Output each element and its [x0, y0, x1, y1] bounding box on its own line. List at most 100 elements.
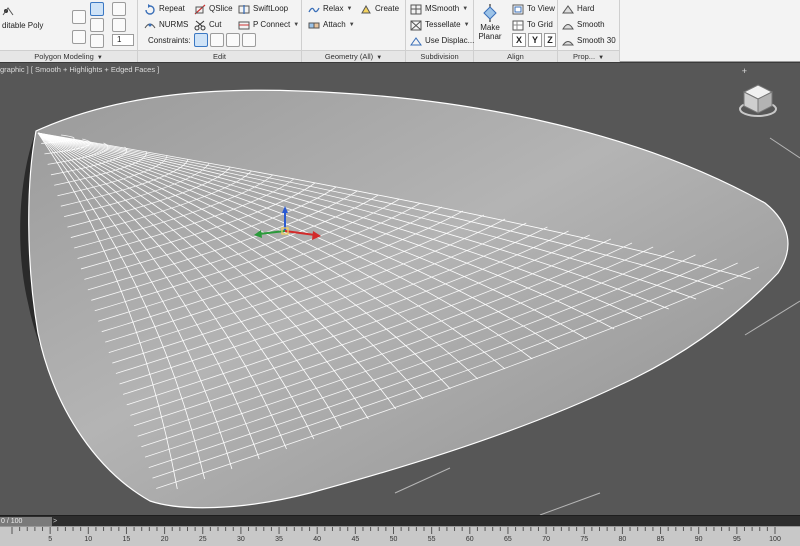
create-button[interactable]: Create [360, 2, 399, 16]
ruler-tick-label: 90 [694, 536, 703, 543]
ruler-tick-label: 25 [198, 536, 207, 543]
properties-panel: Hard Smooth Smooth 30 Prop... ▼ [558, 0, 620, 62]
align-x-button[interactable]: X [512, 33, 526, 47]
smooth-icon [562, 20, 574, 31]
make-planar-icon [482, 3, 498, 23]
ruler-ticks [11, 527, 776, 534]
smooth30-icon [562, 36, 574, 47]
properties-panel-label[interactable]: Prop... ▼ [558, 50, 619, 62]
attach-icon [308, 20, 320, 31]
ruler-tick-label: 40 [313, 536, 322, 543]
hard-button[interactable]: Hard [562, 2, 594, 16]
ruler-tick-label: 75 [580, 536, 589, 543]
constraint-edge-button[interactable] [210, 33, 224, 47]
ruler-tick-label: 55 [427, 536, 436, 543]
ignore-backfacing-button[interactable] [112, 18, 126, 32]
time-slider[interactable]: 0 / 100 [0, 517, 52, 526]
subdivision-panel-label: Subdivision [406, 50, 473, 62]
viewport-plus-menu[interactable]: + [742, 66, 747, 76]
smooth-button[interactable]: Smooth [562, 18, 605, 32]
make-planar-button[interactable]: Make Planar [476, 2, 504, 46]
polygon-modeling-panel-label[interactable]: Polygon Modeling ▼ [0, 50, 137, 62]
make-planar-line2: Planar [478, 32, 502, 41]
viewport-canvas[interactable] [0, 63, 800, 515]
make-planar-line1: Make [480, 23, 500, 32]
relax-icon [308, 4, 320, 15]
attach-button[interactable]: Attach ▼ [308, 18, 355, 32]
edge-mode-button[interactable] [90, 2, 104, 16]
editable-poly-button[interactable] [2, 4, 17, 18]
ruler-tick-label: 70 [542, 536, 550, 543]
track-bar-ruler[interactable]: 5 10 15 20 25 30 35 40 45 50 55 60 65 70 75 80 85 90 95 100 [0, 526, 800, 546]
ruler-tick-label: 10 [84, 536, 93, 543]
to-grid-button[interactable]: To Grid [512, 18, 553, 32]
editable-poly-label[interactable]: ditable Poly [2, 19, 43, 33]
viewport-label[interactable]: graphic ] [ Smooth + Highlights + Edged … [0, 65, 159, 74]
msmooth-icon [410, 4, 422, 15]
step-spinner[interactable]: 1 [112, 34, 134, 46]
preview-button[interactable] [112, 2, 126, 16]
tessellate-icon [410, 20, 422, 31]
constraints-label: Constraints: [148, 36, 191, 45]
to-view-button[interactable]: To View [512, 2, 555, 16]
ruler-tick-label: 45 [351, 536, 360, 543]
nurms-icon [144, 20, 156, 31]
qslice-icon [194, 4, 206, 15]
ruler-tick-label: 100 [769, 536, 781, 543]
ruler-tick-label: 50 [389, 536, 398, 543]
nurms-button[interactable]: NURMS [144, 18, 188, 32]
cut-icon [194, 20, 206, 31]
swiftloop-button[interactable]: SwiftLoop [238, 2, 288, 16]
ruler-tick-label: 80 [618, 536, 627, 543]
subdivision-panel: MSmooth ▼ Tessellate ▼ Use Displac... Subd… [406, 0, 474, 62]
stack-button[interactable] [72, 30, 86, 44]
align-y-button[interactable]: Y [528, 33, 542, 47]
next-frame-arrow[interactable]: > [53, 517, 62, 526]
align-panel: Make Planar To View To Grid X Y Z Align [474, 0, 558, 62]
qslice-button[interactable]: QSlice [194, 2, 233, 16]
geometry-panel-label[interactable]: Geometry (All) ▼ [302, 50, 405, 62]
msmooth-button[interactable]: MSmooth ▼ [410, 2, 468, 16]
ruler-tick-label: 30 [236, 536, 245, 543]
repeat-icon [144, 3, 156, 15]
ruler-tick-label: 65 [504, 536, 512, 543]
align-panel-label: Align [474, 50, 557, 62]
ruler-tick-label: 60 [465, 536, 474, 543]
element-mode-button[interactable] [90, 34, 104, 48]
constraint-none-button[interactable] [194, 33, 208, 47]
time-slider-bar[interactable]: 0 / 100 > [0, 515, 800, 526]
smooth30-button[interactable]: Smooth 30 [562, 34, 616, 48]
geometry-panel: Relax ▼ Create Attach ▼ Geometry (All) ▼ [302, 0, 406, 62]
constraint-face-button[interactable] [226, 33, 240, 47]
cut-button[interactable]: Cut [194, 18, 221, 32]
perspective-viewport[interactable]: graphic ] [ Smooth + Highlights + Edged … [0, 63, 800, 515]
use-displace-button[interactable]: Use Displac... [410, 34, 474, 48]
ruler-tick-label: 95 [732, 536, 741, 543]
ruler-tick-label: 35 [275, 536, 283, 543]
modify-mode-button[interactable] [72, 10, 86, 24]
constraint-normal-button[interactable] [242, 33, 256, 47]
create-icon [360, 4, 372, 15]
edit-panel: Repeat QSlice SwiftLoop NURMS Cut P Conn… [138, 0, 302, 62]
tessellate-button[interactable]: Tessellate ▼ [410, 18, 470, 32]
displace-icon [410, 36, 422, 47]
hard-icon [562, 4, 574, 15]
swiftloop-icon [238, 4, 250, 15]
align-z-button[interactable]: Z [544, 33, 556, 47]
viewcube[interactable] [738, 81, 778, 121]
ribbon: ditable Poly 1 Polygon Modeling ▼ Repeat … [0, 0, 800, 62]
ruler-tick-label: 15 [122, 536, 131, 543]
ruler-tick-label: 85 [656, 536, 665, 543]
to-view-icon [512, 4, 524, 15]
repeat-button[interactable]: Repeat [144, 2, 185, 16]
border-mode-button[interactable] [90, 18, 104, 32]
edit-panel-label: Edit [138, 50, 301, 62]
polygon-modeling-panel: ditable Poly 1 Polygon Modeling ▼ [0, 0, 138, 62]
to-grid-icon [512, 20, 524, 31]
vertex-icon [2, 6, 14, 17]
relax-button[interactable]: Relax ▼ [308, 2, 352, 16]
pconnect-button[interactable]: P Connect ▼ [238, 18, 299, 32]
ruler-tick-label: 20 [160, 536, 169, 543]
pconnect-icon [238, 20, 250, 31]
ruler-tick-label: 5 [48, 536, 53, 543]
